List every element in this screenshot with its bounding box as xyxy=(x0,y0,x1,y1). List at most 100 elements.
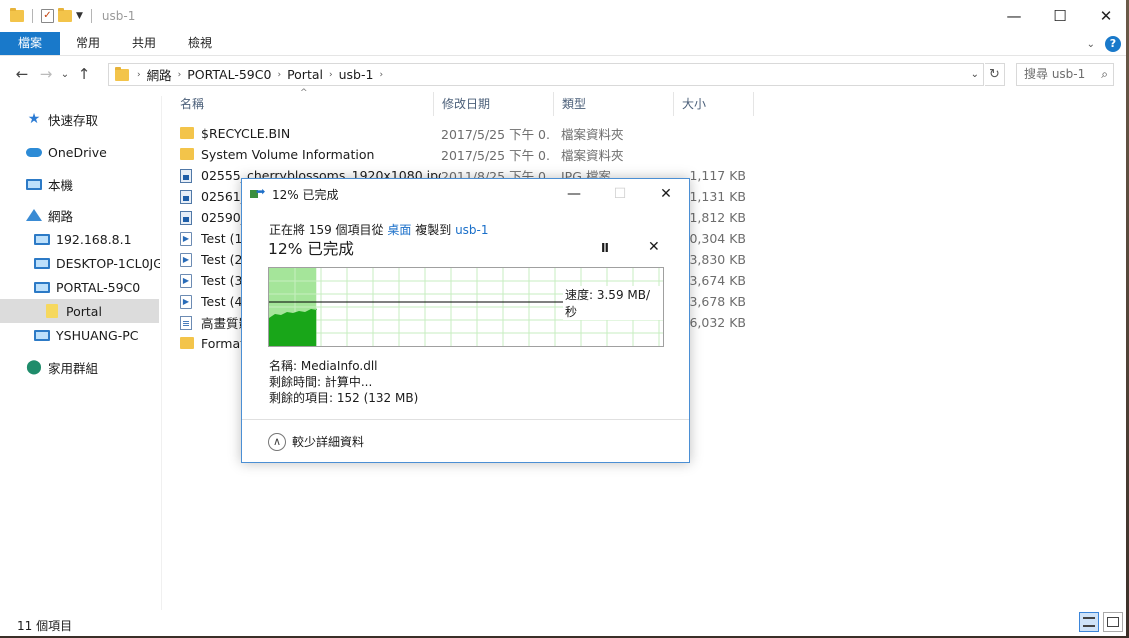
folder-icon xyxy=(180,336,194,351)
quick-access-toolbar: ✓ ▼ xyxy=(0,8,96,23)
file-row[interactable]: $RECYCLE.BIN 2017/5/25 下午 0... 檔案資料夾 xyxy=(180,123,760,144)
sidebar-item-desktop[interactable]: DESKTOP-1CL0JGI xyxy=(34,251,160,275)
image-file-icon xyxy=(180,210,194,225)
share-folder-icon xyxy=(44,304,60,318)
destination-link[interactable]: usb-1 xyxy=(455,223,488,237)
sidebar-item-label: YSHUANG-PC xyxy=(56,327,139,343)
source-link[interactable]: 桌面 xyxy=(387,223,411,237)
less-details-button[interactable]: ∧ 較少詳細資料 xyxy=(242,419,689,463)
items-remaining: 剩餘的項目: 152 (132 MB) xyxy=(269,391,419,405)
address-bar[interactable]: › 網路 › PORTAL-59C0 › Portal › usb-1 › ⌄ xyxy=(108,63,984,86)
progress-heading: 12% 已完成 xyxy=(268,240,354,258)
large-icons-view-icon xyxy=(1107,617,1119,627)
chevron-right-icon[interactable]: › xyxy=(178,70,182,80)
navigation-bar: ← → ⌄ ↑ › 網路 › PORTAL-59C0 › Portal › us… xyxy=(0,60,1129,88)
network-icon xyxy=(26,208,42,222)
refresh-icon[interactable]: ↻ xyxy=(985,63,1005,86)
sidebar-item-portal[interactable]: Portal xyxy=(0,299,159,323)
computer-icon xyxy=(34,280,50,294)
sidebar-item-yshuang-pc[interactable]: YSHUANG-PC xyxy=(34,323,138,347)
pc-icon xyxy=(26,177,42,191)
folder-icon xyxy=(10,8,24,22)
chevron-right-icon[interactable]: › xyxy=(379,70,383,80)
help-icon[interactable]: ? xyxy=(1105,36,1121,52)
dialog-close-button[interactable]: ✕ xyxy=(643,179,689,209)
file-date: 2017/5/25 下午 0... xyxy=(441,148,551,163)
column-header-date[interactable]: 修改日期 xyxy=(434,92,554,116)
file-size: 3,830 KB xyxy=(689,252,746,267)
address-dropdown-icon[interactable]: ⌄ xyxy=(971,69,979,80)
star-icon: ★ xyxy=(27,111,41,127)
sidebar-item-quick-access[interactable]: ★ 快速存取 xyxy=(26,107,98,131)
customize-dropdown-icon[interactable]: ▼ xyxy=(76,11,83,21)
file-size: 3,678 KB xyxy=(689,294,746,309)
column-headers: 名稱 修改日期 類型 大小 xyxy=(172,92,754,116)
breadcrumb-portal[interactable]: Portal xyxy=(287,67,323,82)
dialog-minimize-button[interactable]: — xyxy=(551,179,597,209)
tab-file[interactable]: 檔案 xyxy=(0,32,61,55)
sidebar-item-192-168-8-1[interactable]: 192.168.8.1 xyxy=(34,227,132,251)
video-file-icon: ▶ xyxy=(180,294,194,309)
sidebar-item-label: 家用群組 xyxy=(48,360,99,376)
toolbar-separator xyxy=(32,9,33,23)
up-arrow-icon[interactable]: ↑ xyxy=(72,65,96,83)
details-view-icon xyxy=(1083,617,1095,627)
column-header-type[interactable]: 類型 xyxy=(554,92,674,116)
document-icon xyxy=(180,315,194,330)
title-bar: ✓ ▼ usb-1 — ☐ ✕ xyxy=(0,0,1129,32)
file-name: System Volume Information xyxy=(201,147,375,162)
search-input[interactable]: 搜尋 usb-1 ⌕ xyxy=(1016,63,1114,86)
sidebar-item-onedrive[interactable]: OneDrive xyxy=(26,140,107,164)
chevron-right-icon[interactable]: › xyxy=(329,70,333,80)
chevron-up-icon: ∧ xyxy=(268,432,286,451)
image-file-icon xyxy=(180,168,194,183)
search-icon: ⌕ xyxy=(1101,67,1108,81)
file-size: 1,131 KB xyxy=(689,189,746,204)
chevron-right-icon[interactable]: › xyxy=(277,70,281,80)
file-type: 檔案資料夾 xyxy=(561,127,624,142)
new-folder-icon[interactable] xyxy=(58,8,72,22)
minimize-button[interactable]: — xyxy=(991,0,1037,32)
sidebar-item-network[interactable]: 網路 xyxy=(26,203,73,227)
breadcrumb-usb[interactable]: usb-1 xyxy=(339,67,374,82)
chevron-right-icon[interactable]: › xyxy=(137,70,141,80)
dialog-maximize-button: ☐ xyxy=(613,186,627,202)
tab-share[interactable]: 共用 xyxy=(116,32,172,55)
recent-dropdown-icon[interactable]: ⌄ xyxy=(58,69,72,80)
computer-icon xyxy=(34,232,50,246)
breadcrumb-portal-server[interactable]: PORTAL-59C0 xyxy=(187,67,271,82)
cancel-copy-button[interactable]: ✕ xyxy=(648,239,660,255)
tab-view[interactable]: 檢視 xyxy=(172,32,228,55)
copy-progress-dialog: 12% 已完成 — ☐ ✕ 正在將 159 個項目從 桌面 複製到 usb-1 … xyxy=(241,178,690,463)
large-icons-view-button[interactable] xyxy=(1103,612,1123,632)
details-view-button[interactable] xyxy=(1079,612,1099,632)
close-button[interactable]: ✕ xyxy=(1083,0,1129,32)
image-file-icon xyxy=(180,189,194,204)
computer-icon xyxy=(34,256,50,270)
properties-icon[interactable]: ✓ xyxy=(41,9,54,23)
column-header-name[interactable]: 名稱 xyxy=(172,92,434,116)
window-controls: — ☐ ✕ xyxy=(991,0,1129,32)
sidebar-item-label: 192.168.8.1 xyxy=(56,231,132,247)
maximize-button[interactable]: ☐ xyxy=(1037,0,1083,32)
current-file-name: 名稱: MediaInfo.dll xyxy=(269,359,378,373)
sidebar-item-homegroup[interactable]: ⬤ 家用群組 xyxy=(26,355,98,379)
sidebar-item-label: Portal xyxy=(66,303,102,319)
video-file-icon: ▶ xyxy=(180,273,194,288)
copy-icon xyxy=(250,185,266,200)
expand-ribbon-icon[interactable]: ⌄ xyxy=(1087,39,1095,50)
search-placeholder: 搜尋 usb-1 xyxy=(1024,67,1086,81)
back-arrow-icon[interactable]: ← xyxy=(10,65,34,83)
column-header-size[interactable]: 大小 xyxy=(674,92,754,116)
tab-home[interactable]: 常用 xyxy=(60,32,116,55)
copy-description-mid: 複製到 xyxy=(415,223,452,237)
sidebar-item-portal-server[interactable]: PORTAL-59C0 xyxy=(34,275,140,299)
dialog-title-bar: 12% 已完成 — ☐ ✕ xyxy=(242,179,689,209)
pause-button[interactable]: II xyxy=(601,241,609,255)
sidebar-item-this-pc[interactable]: 本機 xyxy=(26,172,73,196)
file-row[interactable]: System Volume Information 2017/5/25 下午 0.… xyxy=(180,144,760,165)
forward-arrow-icon[interactable]: → xyxy=(34,65,58,83)
cloud-icon xyxy=(26,145,42,159)
breadcrumb-network[interactable]: 網路 xyxy=(147,65,172,84)
transfer-speed-graph: 速度: 3.59 MB/秒 xyxy=(268,267,664,347)
